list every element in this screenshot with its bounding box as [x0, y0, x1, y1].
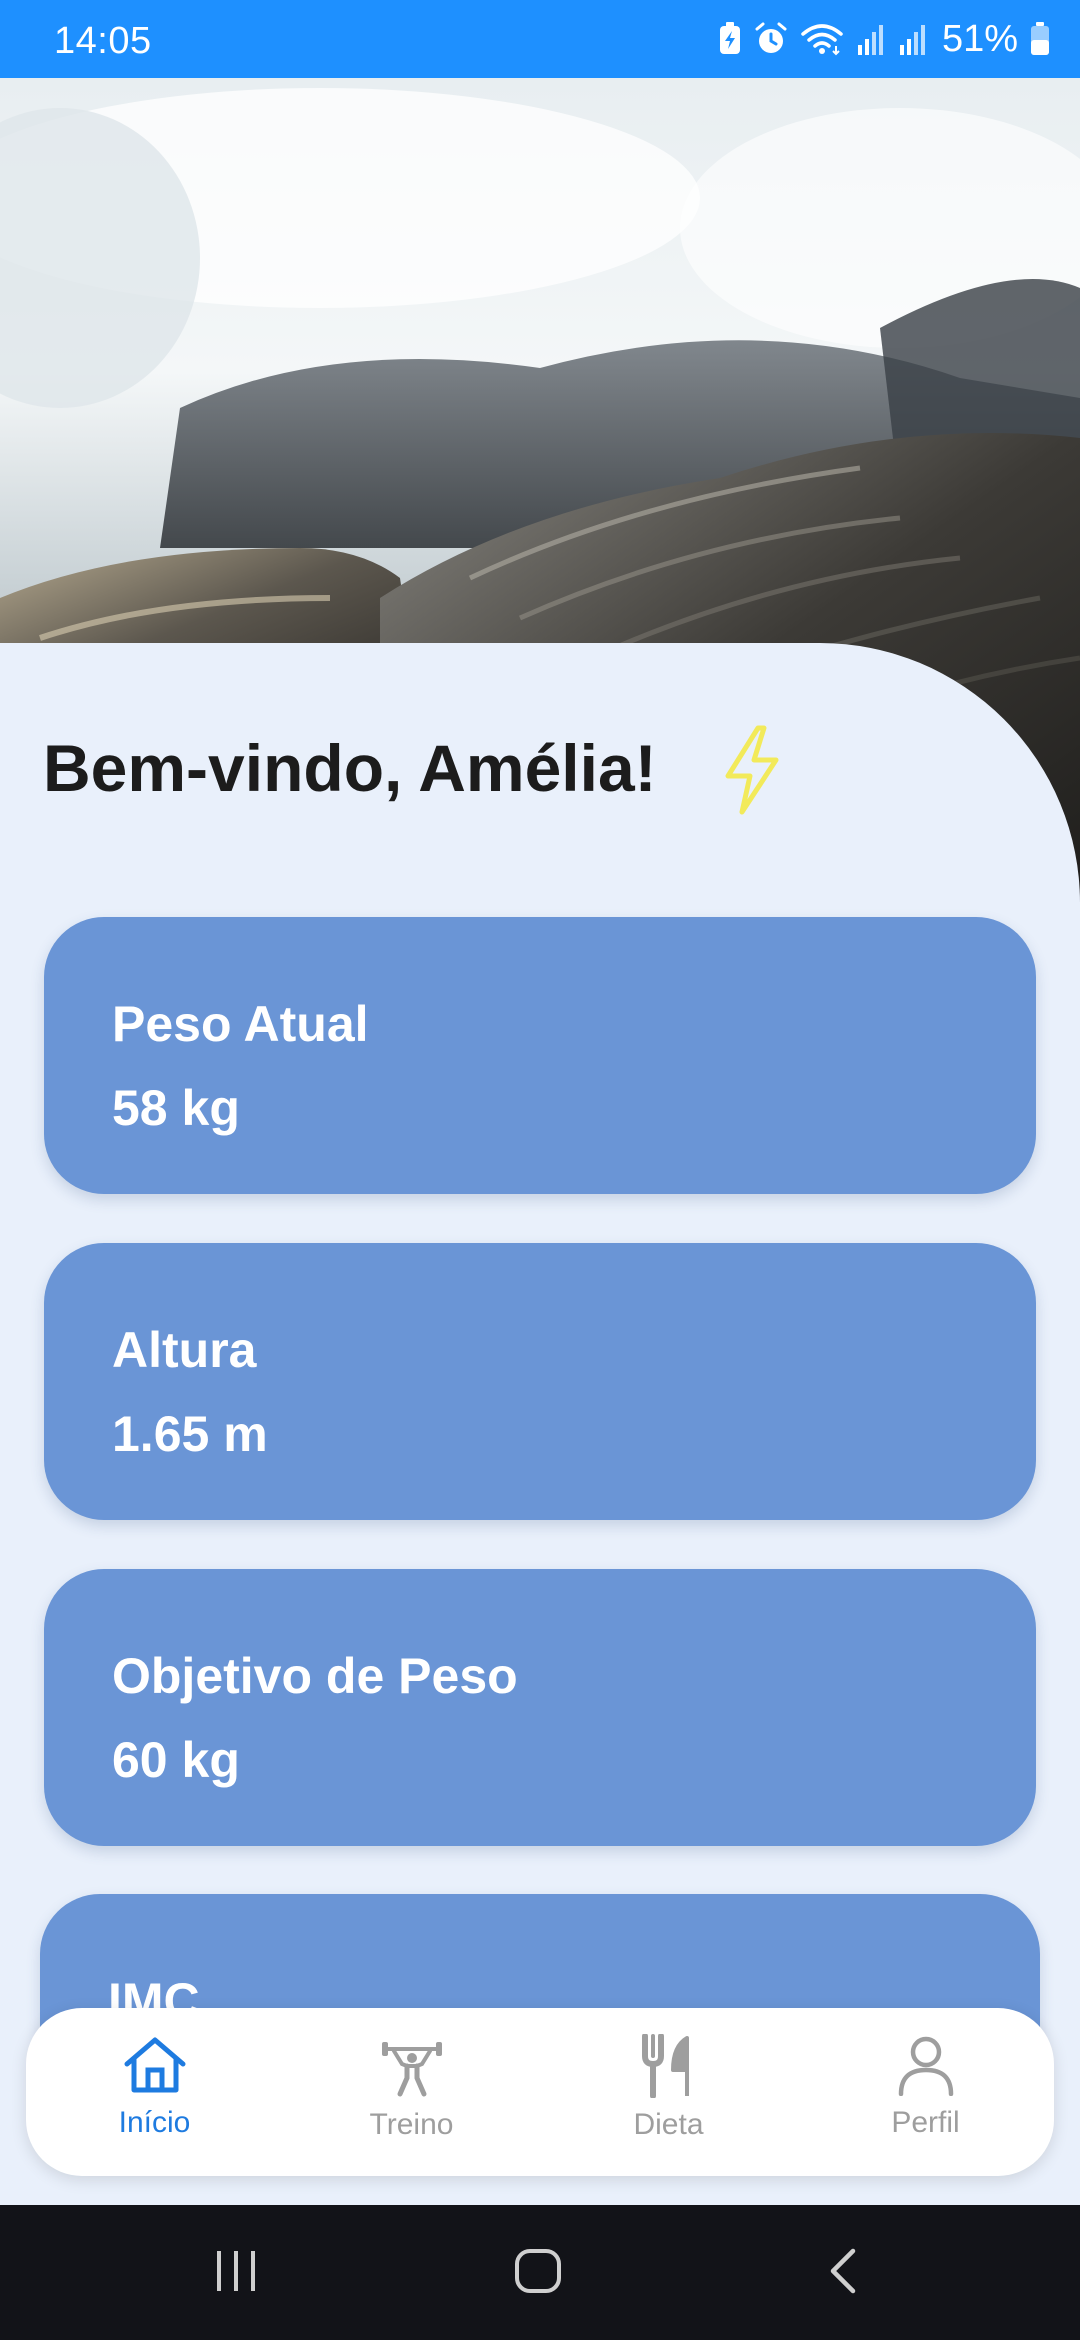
back-button[interactable]	[823, 2245, 863, 2302]
nav-item-dieta[interactable]: Dieta	[540, 2008, 797, 2176]
lightning-bolt-icon	[720, 724, 784, 821]
battery-saver-icon	[718, 22, 742, 56]
card-label: Altura	[112, 1322, 257, 1378]
wifi-icon	[800, 22, 844, 56]
status-bar: 14:05 51%	[0, 0, 1080, 78]
nav-item-perfil[interactable]: Perfil	[797, 2008, 1054, 2176]
fork-knife-icon	[639, 2034, 699, 2098]
nav-label: Treino	[369, 2108, 454, 2141]
battery-icon	[1030, 22, 1050, 56]
signal-icon	[898, 23, 928, 55]
card-value: 1.65 m	[112, 1406, 268, 1462]
nav-label: Início	[118, 2106, 191, 2139]
weight-goal-card[interactable]: Objetivo de Peso 60 kg	[44, 1569, 1036, 1846]
recent-apps-button[interactable]	[213, 2245, 259, 2302]
height-card[interactable]: Altura 1.65 m	[44, 1243, 1036, 1520]
bottom-navigation: Início Treino Dieta Perfil	[26, 2008, 1054, 2176]
home-icon	[121, 2034, 189, 2096]
alarm-icon	[754, 22, 788, 56]
nav-label: Dieta	[633, 2108, 704, 2141]
signal-icon	[856, 23, 886, 55]
card-value: 58 kg	[112, 1080, 240, 1136]
home-button[interactable]	[513, 2245, 565, 2302]
card-label: Peso Atual	[112, 996, 369, 1052]
person-icon	[896, 2034, 956, 2096]
card-label: Objetivo de Peso	[112, 1648, 518, 1704]
card-value: 60 kg	[112, 1732, 240, 1788]
status-time: 14:05	[54, 20, 152, 62]
app-screen: 14:05 51% Bem-vindo, Amélia! Peso Atual …	[0, 0, 1080, 2340]
battery-percentage: 51%	[941, 17, 1018, 60]
nav-item-treino[interactable]: Treino	[283, 2008, 540, 2176]
nav-label: Perfil	[891, 2106, 960, 2139]
welcome-title: Bem-vindo, Amélia!	[43, 731, 657, 805]
status-icons: 51%	[718, 16, 1050, 62]
weight-card[interactable]: Peso Atual 58 kg	[44, 917, 1036, 1194]
nav-item-inicio[interactable]: Início	[26, 2008, 283, 2176]
system-navigation-bar	[0, 2205, 1080, 2340]
weightlifter-icon	[380, 2034, 444, 2098]
